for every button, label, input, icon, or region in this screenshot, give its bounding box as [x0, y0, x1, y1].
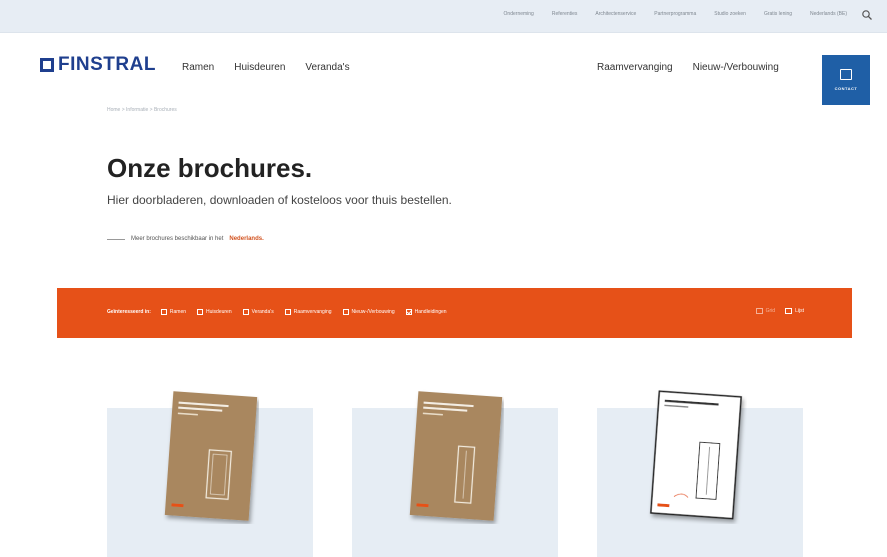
utility-link[interactable]: Partnerprogramma	[654, 11, 696, 17]
list-icon	[785, 308, 793, 314]
note-dash	[107, 238, 125, 240]
filter-option-handleidingen[interactable]: Handleidingen	[405, 309, 447, 315]
view-toggle: Grid Lijst	[755, 308, 804, 314]
nav-item-huisdeuren[interactable]: Huisdeuren	[234, 62, 285, 73]
top-utility-bar: Onderneming Referenties Architectenservi…	[0, 0, 887, 33]
view-list-button[interactable]: Lijst	[785, 308, 804, 314]
main-header: FINSTRAL Ramen Huisdeuren Veranda's Raam…	[0, 33, 887, 105]
brochure-card[interactable]	[107, 391, 313, 557]
view-label: Grid	[765, 308, 776, 314]
checkbox[interactable]	[197, 309, 204, 315]
language-selector[interactable]: Nederlands (BE)	[810, 11, 847, 17]
filter-option-label: Nieuw-/Verbouwing	[351, 309, 395, 315]
brochure-card[interactable]	[597, 390, 803, 557]
brand-logo[interactable]: FINSTRAL	[40, 54, 156, 76]
search-icon[interactable]	[861, 9, 873, 21]
nav-item-ramen[interactable]: Ramen	[182, 62, 214, 73]
view-grid-button[interactable]: Grid	[755, 308, 776, 314]
checkbox[interactable]	[160, 309, 167, 315]
breadcrumb[interactable]: Home > Informatie > Brochures	[107, 107, 177, 113]
primary-nav: Ramen Huisdeuren Veranda's	[182, 62, 350, 73]
filter-option-label: Handleidingen	[414, 309, 447, 315]
checkbox[interactable]	[284, 309, 291, 315]
contact-label: CONTACT	[834, 86, 858, 91]
filter-option-huisdeuren[interactable]: Huisdeuren	[197, 309, 232, 315]
checkbox-checked[interactable]	[405, 309, 412, 315]
nav-item-raamvervanging[interactable]: Raamvervanging	[597, 62, 673, 73]
filter-option-label: Ramen	[169, 309, 187, 315]
language-note: Meer brochures beschikbaar in het Nederl…	[107, 236, 264, 242]
page-subtitle: Hier doorbladeren, downloaden of kostelo…	[107, 193, 452, 207]
brochure-card[interactable]	[352, 391, 558, 557]
filter-option-verandas[interactable]: Veranda's	[242, 309, 274, 315]
filter-option-raamvervanging[interactable]: Raamvervanging	[284, 309, 332, 315]
utility-link[interactable]: Gratis lening	[764, 11, 792, 17]
filter-option-nieuwbouw[interactable]: Nieuw-/Verbouwing	[342, 309, 395, 315]
secondary-nav: Raamvervanging Nieuw-/Verbouwing	[597, 62, 779, 73]
utility-link[interactable]: Studio zoeken	[714, 11, 746, 17]
logo-square-icon	[40, 58, 54, 72]
filter-option-ramen[interactable]: Ramen	[160, 309, 187, 315]
contact-button[interactable]: CONTACT	[822, 55, 870, 105]
filter-option-label: Huisdeuren	[206, 309, 232, 315]
utility-link[interactable]: Architectenservice	[595, 11, 636, 17]
brochure-cover-kraft[interactable]	[408, 388, 504, 524]
filter-label: Geïnteresseerd in:	[107, 309, 151, 315]
brochure-cover-kraft[interactable]	[163, 388, 259, 524]
logo-text: FINSTRAL	[58, 54, 156, 75]
filter-option-label: Veranda's	[251, 309, 274, 315]
filter-bar: Geïnteresseerd in: Ramen Huisdeuren Vera…	[57, 288, 852, 338]
brochure-cover-white[interactable]	[647, 386, 747, 524]
checkbox[interactable]	[242, 309, 249, 315]
checkbox[interactable]	[342, 309, 349, 315]
contact-icon	[840, 69, 852, 80]
nav-item-verandas[interactable]: Veranda's	[305, 62, 349, 73]
filter-option-label: Raamvervanging	[293, 309, 332, 315]
view-label: Lijst	[795, 308, 804, 314]
note-text: Meer brochures beschikbaar in het	[131, 236, 224, 242]
utility-link[interactable]: Referenties	[552, 11, 578, 17]
page-title: Onze brochures.	[107, 153, 313, 183]
grid-icon	[755, 308, 763, 314]
note-link[interactable]: Nederlands.	[229, 236, 263, 242]
utility-links: Onderneming Referenties Architectenservi…	[504, 11, 847, 17]
utility-link[interactable]: Onderneming	[504, 11, 534, 17]
nav-item-nieuwbouw[interactable]: Nieuw-/Verbouwing	[693, 62, 779, 73]
